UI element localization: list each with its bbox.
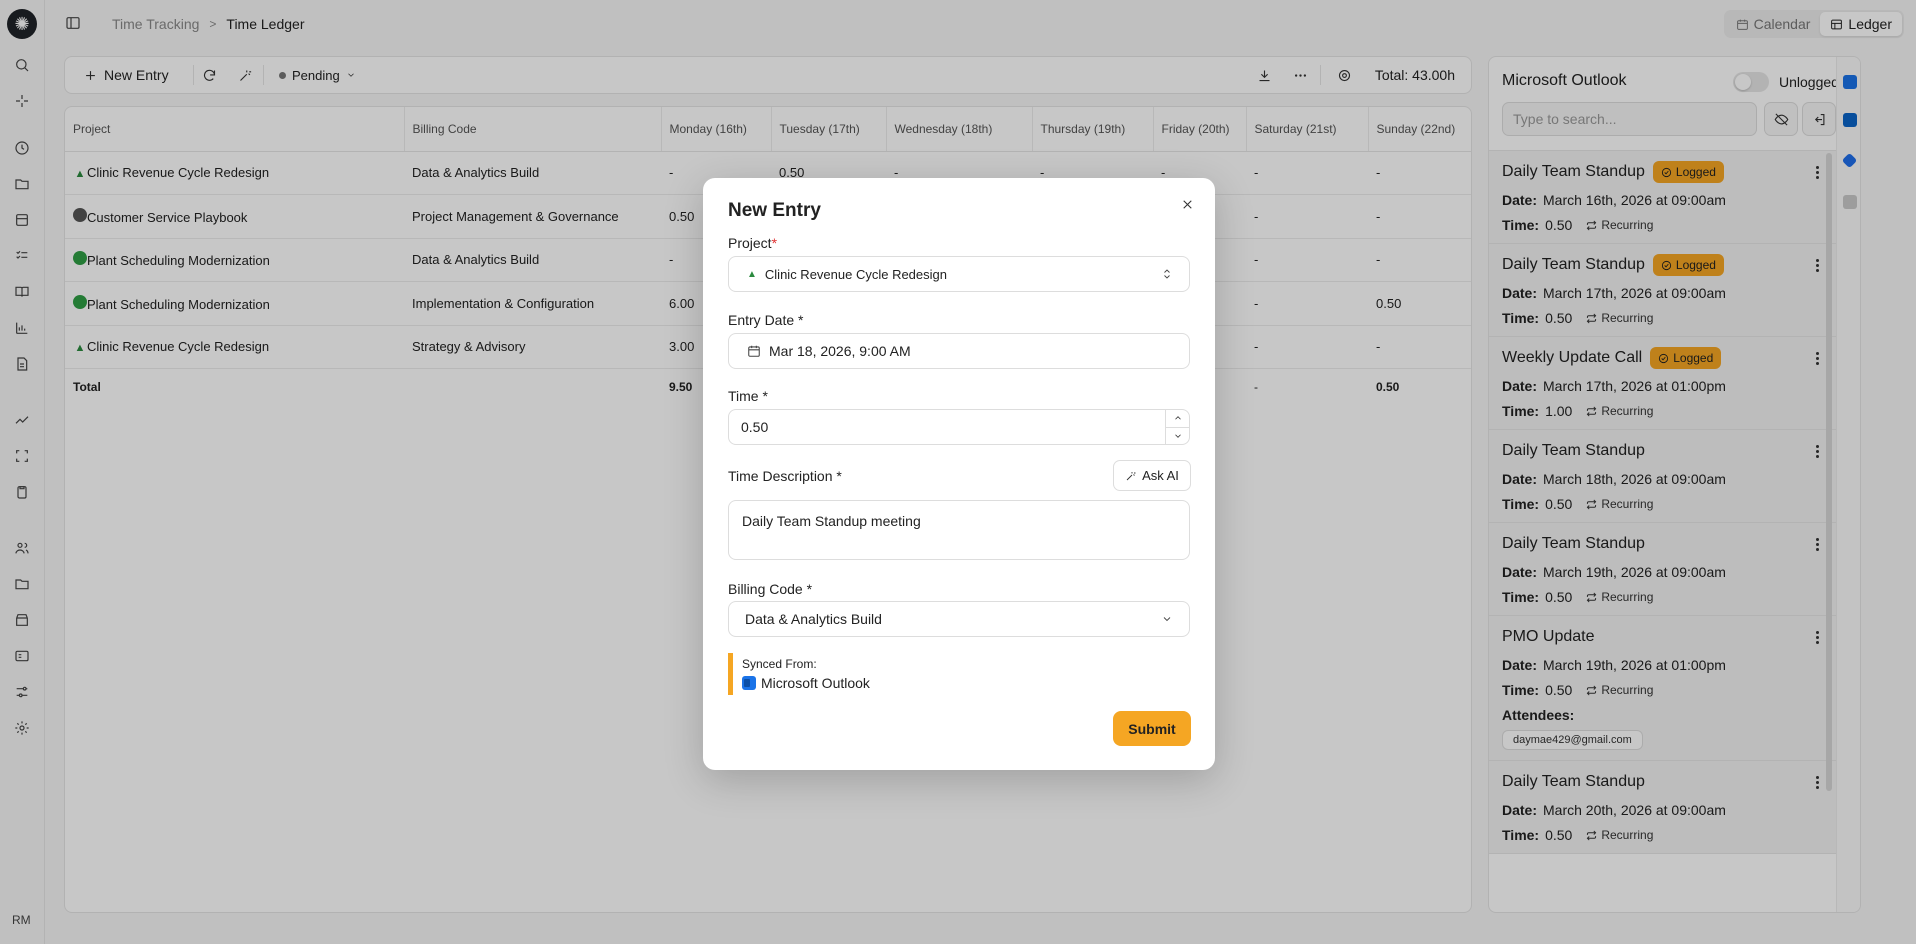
tree-icon: ▲ bbox=[747, 268, 757, 280]
time-stepper bbox=[1165, 410, 1189, 444]
synced-from-label: Synced From: bbox=[742, 657, 817, 671]
ask-ai-button[interactable]: Ask AI bbox=[1113, 460, 1191, 491]
description-label: Time Description * bbox=[728, 468, 842, 484]
ask-ai-label: Ask AI bbox=[1142, 468, 1179, 483]
stepper-down[interactable] bbox=[1166, 426, 1189, 445]
synced-from-info: Synced From: Microsoft Outlook bbox=[728, 653, 1028, 695]
project-select-value: Clinic Revenue Cycle Redesign bbox=[764, 266, 947, 282]
time-input[interactable]: 0.50 bbox=[728, 409, 1190, 445]
chevron-down-icon bbox=[1163, 617, 1171, 622]
magic-icon bbox=[1126, 471, 1136, 480]
entry-date-picker[interactable]: Mar 18, 2026, 9:00 AM bbox=[728, 333, 1190, 369]
close-icon[interactable] bbox=[1177, 194, 1197, 214]
dialog-title: New Entry bbox=[728, 200, 821, 221]
chevron-down-icon bbox=[1174, 434, 1181, 438]
billing-code-value: Data & Analytics Build bbox=[745, 611, 882, 627]
project-select[interactable]: ▲ Clinic Revenue Cycle Redesign bbox=[728, 256, 1190, 292]
billing-code-label: Billing Code * bbox=[728, 581, 813, 597]
stepper-up[interactable] bbox=[1166, 410, 1189, 427]
entry-date-value: Mar 18, 2026, 9:00 AM bbox=[769, 343, 911, 359]
chevron-up-icon bbox=[1174, 416, 1181, 420]
billing-code-select[interactable]: Data & Analytics Build bbox=[728, 601, 1190, 637]
new-entry-dialog: New Entry Project* ▲ Clinic Revenue Cycl… bbox=[703, 178, 1215, 770]
project-label-text: Project bbox=[728, 235, 772, 251]
synced-from-source: Microsoft Outlook bbox=[761, 675, 870, 691]
calendar-icon bbox=[748, 345, 760, 357]
entry-date-label: Entry Date * bbox=[728, 312, 804, 328]
project-field-label: Project* bbox=[728, 235, 777, 251]
required-marker: * bbox=[771, 235, 778, 251]
time-label: Time * bbox=[728, 388, 768, 404]
outlook-icon bbox=[742, 676, 756, 690]
submit-button[interactable]: Submit bbox=[1113, 711, 1191, 746]
time-value: 0.50 bbox=[741, 419, 769, 435]
chevrons-up-down-icon bbox=[1164, 269, 1170, 279]
description-textarea[interactable]: Daily Team Standup meeting bbox=[728, 500, 1190, 560]
